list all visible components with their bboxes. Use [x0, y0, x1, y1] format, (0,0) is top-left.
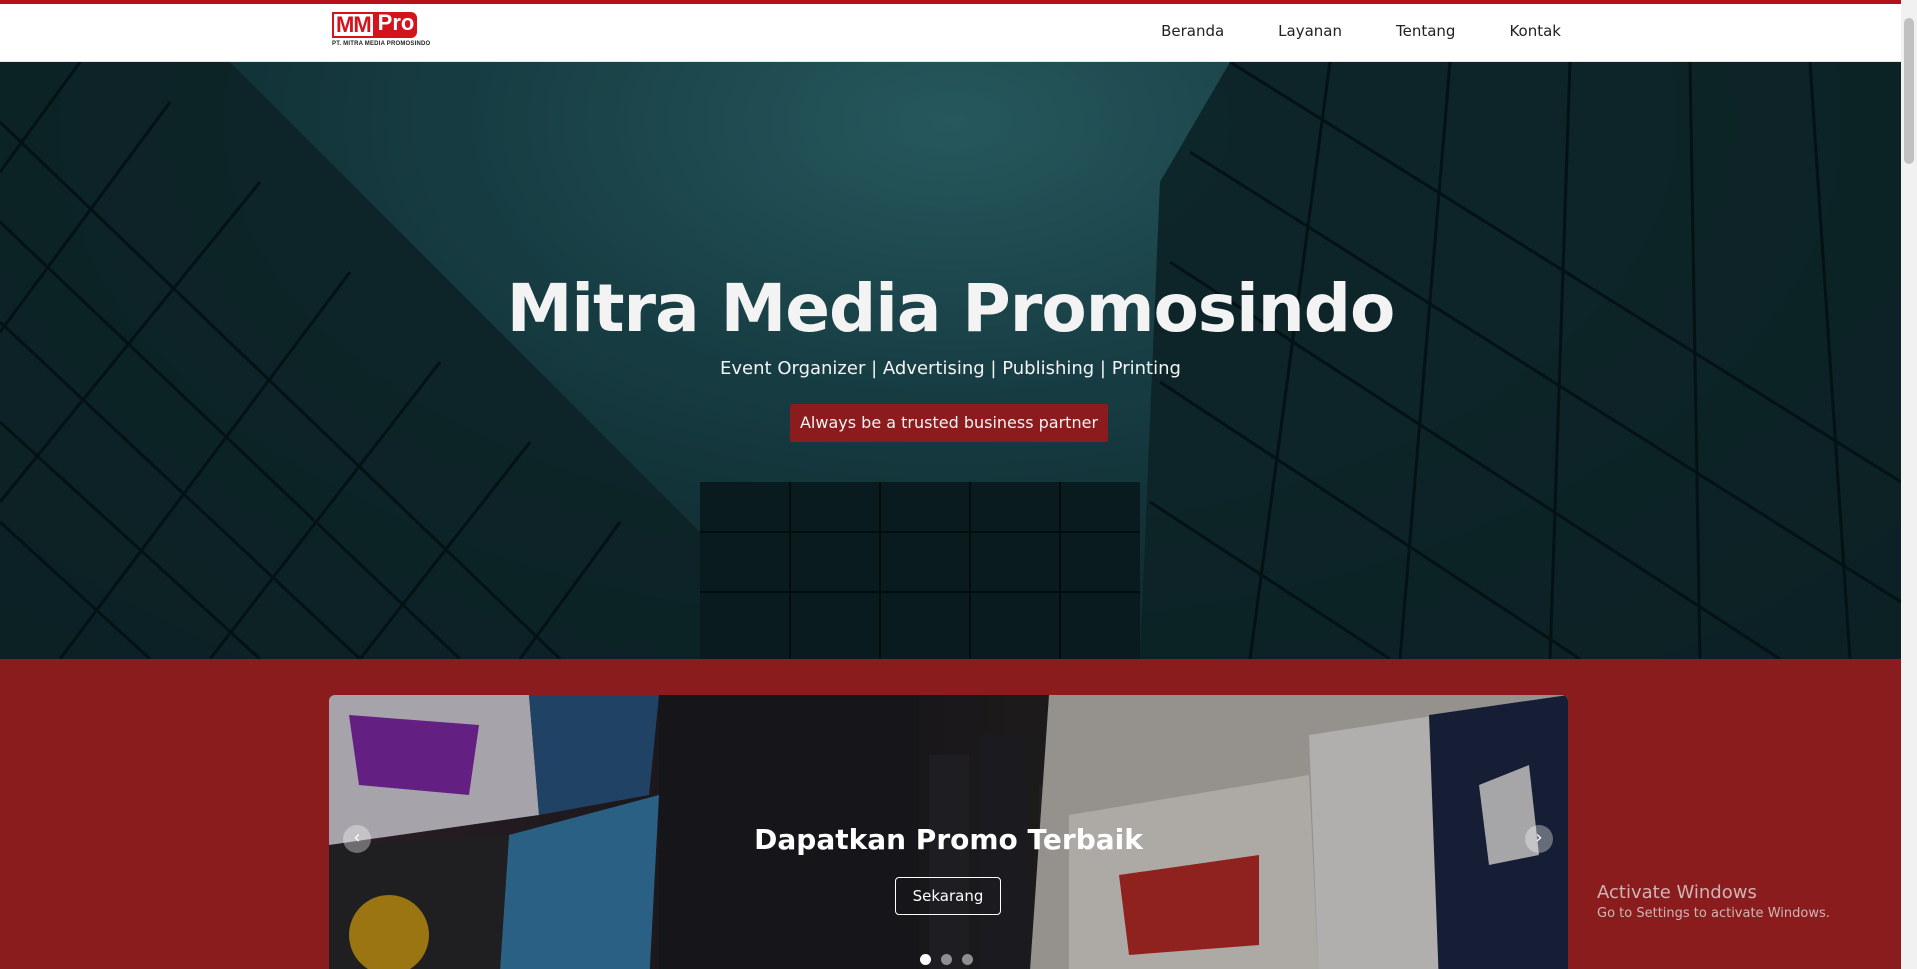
- nav-layanan[interactable]: Layanan: [1278, 22, 1342, 40]
- logo-mm-text: MM: [332, 12, 375, 38]
- watermark-title: Activate Windows: [1597, 882, 1757, 903]
- main-nav: Beranda Layanan Tentang Kontak: [1161, 22, 1561, 40]
- hero-tagline-badge: Always be a trusted business partner: [790, 404, 1108, 442]
- scrollbar-thumb[interactable]: [1904, 18, 1914, 164]
- site-logo[interactable]: MM Pro PT. MITRA MEDIA PROMOSINDO: [332, 12, 442, 50]
- hero-subtitle: Event Organizer | Advertising | Publishi…: [720, 358, 1181, 379]
- page-scrollbar[interactable]: [1901, 0, 1917, 969]
- windows-activation-watermark: Activate Windows Go to Settings to activ…: [1597, 882, 1830, 921]
- carousel-indicator-3[interactable]: [962, 954, 973, 965]
- hero-title: Mitra Media Promosindo: [506, 270, 1396, 347]
- logo-pro-text: Pro: [374, 12, 418, 38]
- nav-beranda[interactable]: Beranda: [1161, 22, 1224, 40]
- promo-carousel: ‹ › Dapatkan Promo Terbaik Sekarang: [329, 695, 1568, 969]
- hero-section: Mitra Media Promosindo Event Organizer |…: [0, 62, 1901, 659]
- carousel-caption: Dapatkan Promo Terbaik: [754, 823, 1143, 856]
- logo-company-name: PT. MITRA MEDIA PROMOSINDO: [332, 41, 431, 47]
- nav-kontak[interactable]: Kontak: [1509, 22, 1561, 40]
- promo-section: ‹ › Dapatkan Promo Terbaik Sekarang: [0, 659, 1901, 969]
- carousel-indicator-2[interactable]: [941, 954, 952, 965]
- carousel-indicator-1[interactable]: [920, 954, 931, 965]
- carousel-indicators: [920, 954, 973, 965]
- watermark-subtitle: Go to Settings to activate Windows.: [1597, 906, 1830, 921]
- carousel-cta-button[interactable]: Sekarang: [895, 877, 1001, 915]
- site-header: MM Pro PT. MITRA MEDIA PROMOSINDO Berand…: [0, 4, 1901, 62]
- nav-tentang[interactable]: Tentang: [1396, 22, 1455, 40]
- logo-mark: MM Pro: [332, 12, 442, 38]
